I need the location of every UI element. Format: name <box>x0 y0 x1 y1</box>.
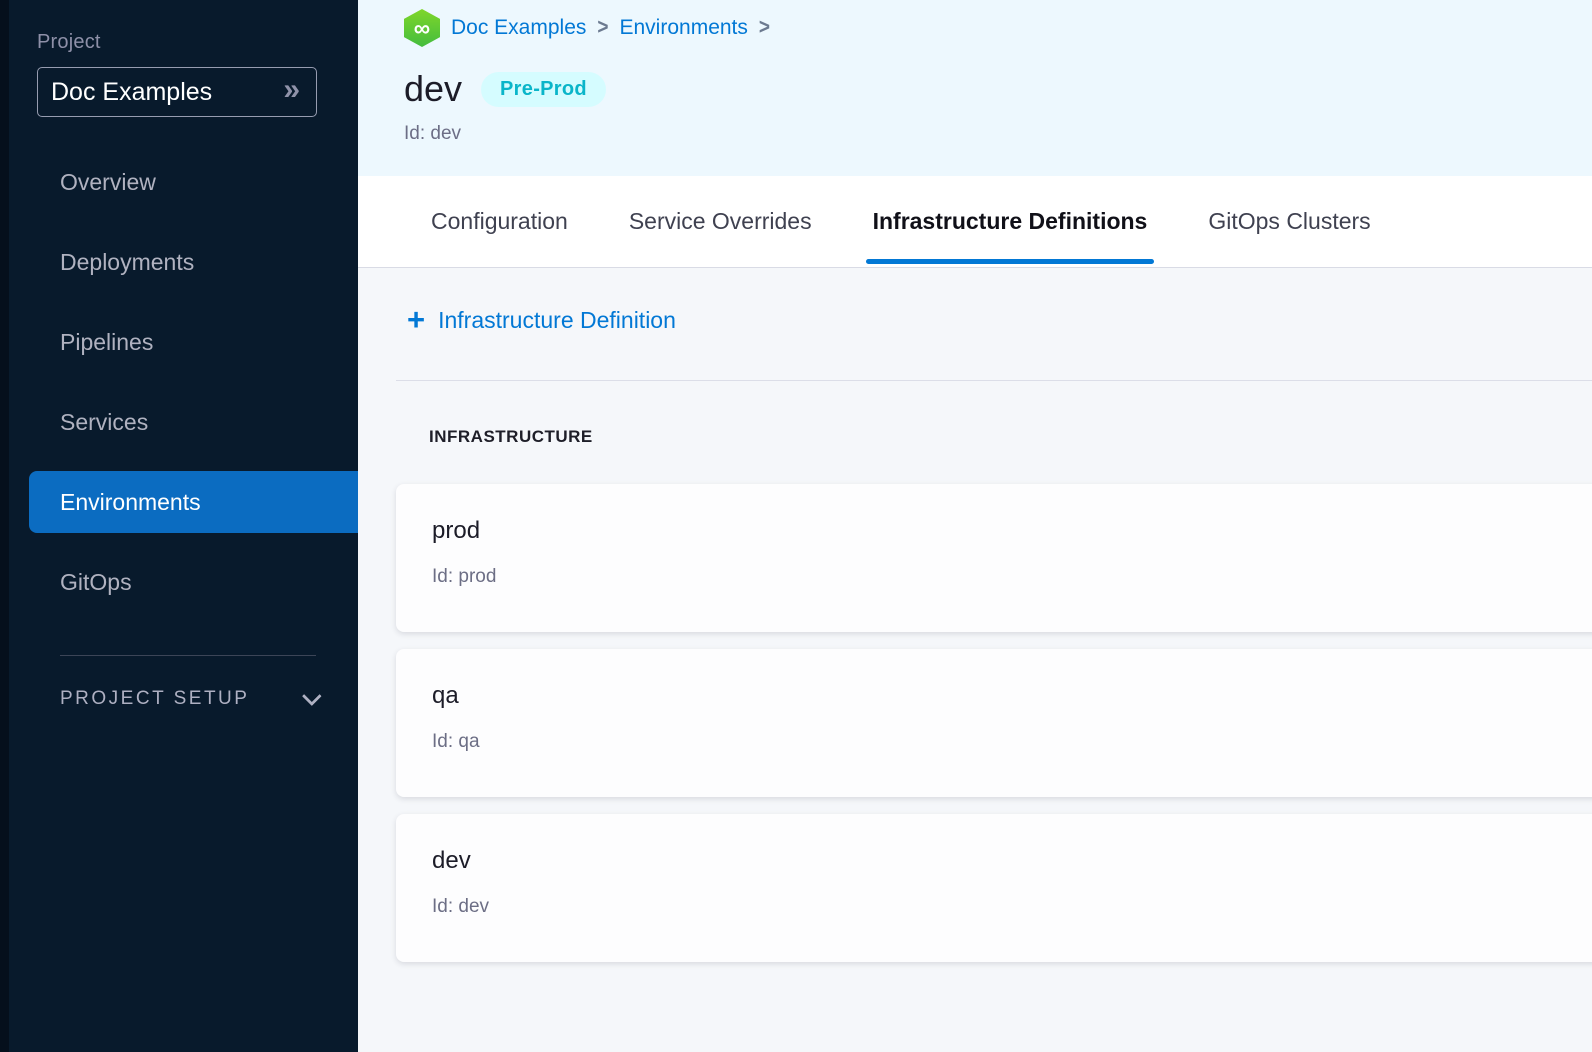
add-button-label: Infrastructure Definition <box>438 307 676 334</box>
breadcrumb-link-environments[interactable]: Environments <box>620 16 748 40</box>
breadcrumb-link-project[interactable]: Doc Examples <box>451 16 586 40</box>
infrastructure-definitions-panel: + Infrastructure Definition INFRASTRUCTU… <box>358 268 1592 1052</box>
infrastructure-list: prod Id: prod qa Id: qa dev Id: dev <box>396 484 1592 962</box>
project-label: Project <box>37 31 358 54</box>
sidebar-item-label: Environments <box>60 489 201 516</box>
entity-id: Id: dev <box>404 123 1592 145</box>
infrastructure-id: Id: qa <box>432 731 1592 753</box>
environment-hexagon-icon: ∞ <box>404 9 440 47</box>
tab-service-overrides[interactable]: Service Overrides <box>622 176 819 267</box>
sidebar-item-gitops[interactable]: GitOps <box>0 551 358 613</box>
sidebar-item-pipelines[interactable]: Pipelines <box>0 311 358 373</box>
infrastructure-card-dev[interactable]: dev Id: dev <box>396 814 1592 962</box>
sidebar-item-label: Pipelines <box>60 329 153 356</box>
tab-label: GitOps Clusters <box>1208 208 1370 235</box>
project-selector-value: Doc Examples <box>51 78 212 107</box>
project-selector[interactable]: Doc Examples » <box>37 67 317 117</box>
infrastructure-name: qa <box>432 682 1592 710</box>
page-title: dev <box>404 68 462 110</box>
tabbar: Configuration Service Overrides Infrastr… <box>358 176 1592 268</box>
plus-icon: + <box>407 304 425 335</box>
title-row: dev Pre-Prod <box>404 68 1592 110</box>
chevron-down-icon <box>302 686 322 706</box>
tab-configuration[interactable]: Configuration <box>424 176 575 267</box>
sidebar-item-label: Deployments <box>60 249 194 276</box>
project-setup-section[interactable]: PROJECT SETUP <box>60 688 316 710</box>
project-sidebar: Project Doc Examples » Overview Deployme… <box>0 0 358 1052</box>
tab-label: Configuration <box>431 208 568 235</box>
tab-infrastructure-definitions[interactable]: Infrastructure Definitions <box>866 176 1155 267</box>
infrastructure-card-prod[interactable]: prod Id: prod <box>396 484 1592 632</box>
infrastructure-id: Id: prod <box>432 566 1592 588</box>
tab-label: Service Overrides <box>629 208 812 235</box>
infrastructure-id: Id: dev <box>432 896 1592 918</box>
sidebar-item-services[interactable]: Services <box>0 391 358 453</box>
infrastructure-name: dev <box>432 847 1592 875</box>
infrastructure-column-header: INFRASTRUCTURE <box>429 427 1592 447</box>
sidebar-item-label: Overview <box>60 169 156 196</box>
sidebar-item-environments[interactable]: Environments <box>29 471 358 533</box>
sidebar-item-label: GitOps <box>60 569 132 596</box>
env-type-badge: Pre-Prod <box>481 72 606 107</box>
project-setup-label: PROJECT SETUP <box>60 688 249 710</box>
double-chevron-icon[interactable]: » <box>283 75 300 105</box>
breadcrumb-separator-icon: > <box>597 15 608 40</box>
breadcrumb-separator-icon: > <box>759 15 770 40</box>
page-header: ∞ Doc Examples > Environments > dev Pre-… <box>358 0 1592 176</box>
tab-gitops-clusters[interactable]: GitOps Clusters <box>1201 176 1377 267</box>
sidebar-divider <box>60 655 316 656</box>
tab-label: Infrastructure Definitions <box>873 208 1148 235</box>
infrastructure-card-qa[interactable]: qa Id: qa <box>396 649 1592 797</box>
add-infrastructure-definition-button[interactable]: + Infrastructure Definition <box>407 305 676 336</box>
infrastructure-name: prod <box>432 517 1592 545</box>
sidebar-item-label: Services <box>60 409 148 436</box>
content-divider <box>396 380 1592 381</box>
breadcrumb: ∞ Doc Examples > Environments > <box>404 9 1592 47</box>
sidebar-item-deployments[interactable]: Deployments <box>0 231 358 293</box>
sidebar-item-overview[interactable]: Overview <box>0 151 358 213</box>
sidebar-nav: Overview Deployments Pipelines Services … <box>0 151 358 631</box>
main-area: ∞ Doc Examples > Environments > dev Pre-… <box>358 0 1592 1052</box>
